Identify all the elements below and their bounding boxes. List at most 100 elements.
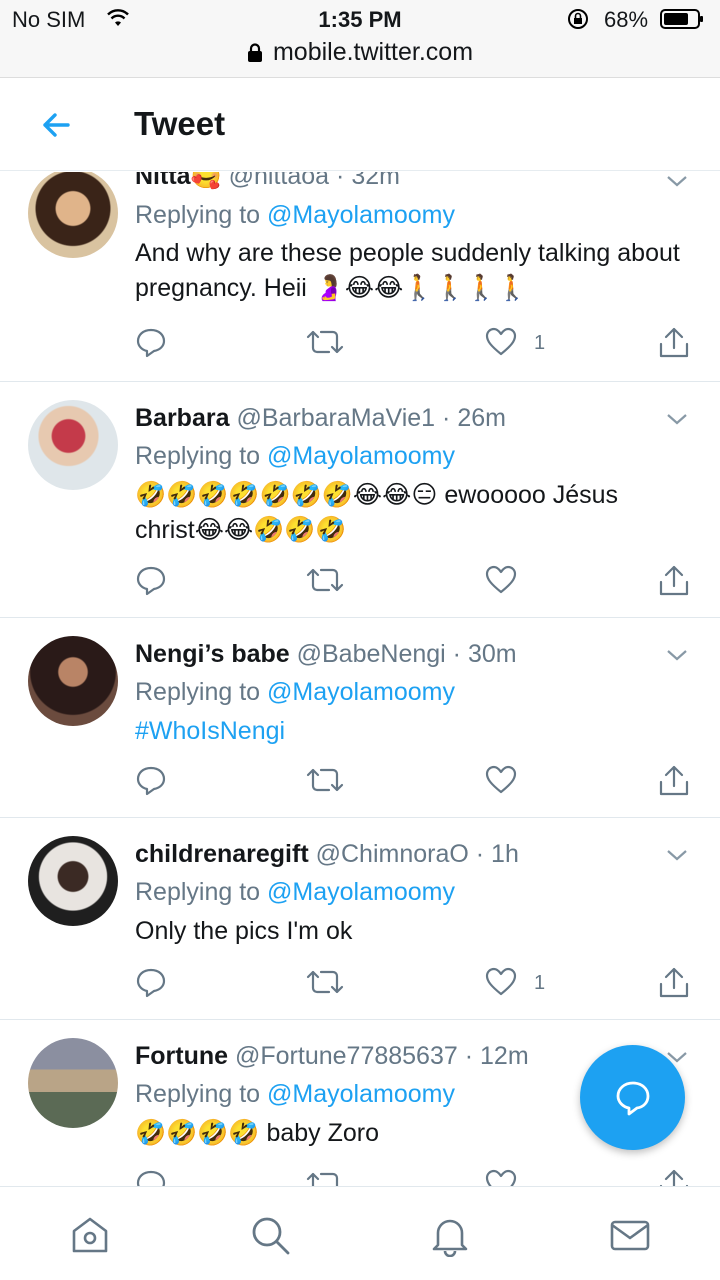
- retweet-icon: [306, 568, 344, 592]
- home-icon[interactable]: [68, 1213, 112, 1257]
- like-button[interactable]: [485, 326, 517, 362]
- hashtag-link[interactable]: #WhoIsNengi: [135, 714, 695, 749]
- tweet[interactable]: Barbara @BarbaraMaVie1 · 26m Replying to…: [0, 382, 720, 618]
- retweet-button[interactable]: [305, 966, 345, 1002]
- display-name[interactable]: childrenaregift: [135, 840, 309, 868]
- share-icon: [659, 967, 689, 998]
- timestamp[interactable]: 26m: [457, 404, 506, 432]
- tweet-text: Only the pics I'm ok: [135, 917, 353, 945]
- timestamp[interactable]: 1h: [491, 840, 519, 868]
- reply-button[interactable]: [135, 564, 167, 600]
- avatar[interactable]: [28, 172, 118, 258]
- replying-to-label: Replying to: [135, 678, 261, 706]
- retweet-button[interactable]: [305, 564, 345, 600]
- share-button[interactable]: [657, 1168, 691, 1186]
- rotation-lock-icon: [568, 9, 588, 29]
- page-title: Tweet: [134, 105, 226, 142]
- timestamp[interactable]: 30m: [468, 640, 517, 668]
- search-icon[interactable]: [248, 1213, 292, 1257]
- avatar[interactable]: [28, 636, 118, 726]
- timestamp[interactable]: 32m: [351, 172, 400, 190]
- padlock-icon: [247, 42, 262, 62]
- bottom-tab-bar: [0, 1186, 720, 1280]
- replying-to-label: Replying to: [135, 201, 261, 229]
- tweet[interactable]: Nitta🥰 @nittaoa · 32m Replying to @Mayol…: [0, 172, 720, 382]
- url-text: mobile.twitter.com: [272, 38, 474, 66]
- handle[interactable]: @nittaoa: [229, 172, 329, 190]
- battery-percent: 68%: [604, 7, 649, 32]
- handle[interactable]: @Fortune77885637: [235, 1042, 458, 1070]
- tweet-actions: [135, 764, 695, 800]
- battery-icon: [660, 9, 703, 29]
- mention-link[interactable]: @Mayolamoomy: [267, 1080, 455, 1108]
- retweet-button[interactable]: [305, 764, 345, 800]
- share-icon: [659, 327, 689, 358]
- retweet-button[interactable]: [305, 326, 345, 362]
- replying-to-label: Replying to: [135, 1080, 261, 1108]
- heart-icon: [485, 967, 517, 996]
- heart-icon: [485, 327, 517, 356]
- bell-icon[interactable]: [428, 1213, 472, 1257]
- separator-dot: ·: [336, 172, 345, 190]
- like-button[interactable]: [485, 564, 517, 600]
- reply-icon: [136, 968, 166, 998]
- display-name[interactable]: Nitta🥰: [135, 172, 222, 190]
- compose-reply-icon: [616, 1081, 650, 1116]
- separator-dot: ·: [452, 640, 461, 668]
- chevron-down-icon[interactable]: [666, 412, 688, 426]
- like-count: 1: [534, 972, 546, 994]
- reply-button[interactable]: [135, 326, 167, 362]
- replying-to-label: Replying to: [135, 878, 261, 906]
- separator-dot: ·: [442, 404, 451, 432]
- arrow-left-icon[interactable]: [38, 107, 74, 143]
- share-button[interactable]: [657, 966, 691, 1002]
- tweet-actions: [135, 564, 695, 600]
- tweet[interactable]: Nengi’s babe @BabeNengi · 30m Replying t…: [0, 618, 720, 818]
- like-button[interactable]: [485, 764, 517, 800]
- handle[interactable]: @ChimnoraO: [316, 840, 469, 868]
- handle[interactable]: @BarbaraMaVie1: [236, 404, 435, 432]
- share-button[interactable]: [657, 564, 691, 600]
- separator-dot: ·: [464, 1042, 474, 1070]
- mail-icon[interactable]: [608, 1213, 652, 1257]
- like-button[interactable]: [485, 966, 517, 1002]
- mention-link[interactable]: @Mayolamoomy: [267, 442, 455, 470]
- chevron-down-icon[interactable]: [666, 648, 688, 662]
- mention-link[interactable]: @Mayolamoomy: [267, 201, 455, 229]
- heart-icon: [485, 765, 517, 794]
- chevron-down-icon[interactable]: [666, 848, 688, 862]
- handle[interactable]: @BabeNengi: [297, 640, 446, 668]
- share-button[interactable]: [657, 764, 691, 800]
- compose-reply-button[interactable]: [580, 1045, 685, 1150]
- reply-button[interactable]: [135, 1168, 167, 1186]
- share-icon: [659, 565, 689, 596]
- timestamp[interactable]: 12m: [480, 1042, 529, 1070]
- tweet-actions: [135, 1168, 695, 1186]
- reply-icon: [136, 328, 166, 358]
- share-icon: [659, 765, 689, 796]
- retweet-icon: [306, 970, 344, 994]
- reply-button[interactable]: [135, 966, 167, 1002]
- display-name[interactable]: Barbara: [135, 404, 230, 432]
- avatar[interactable]: [28, 836, 118, 926]
- display-name[interactable]: Nengi’s babe: [135, 640, 290, 668]
- browser-url-bar[interactable]: mobile.twitter.com: [0, 36, 720, 78]
- page-header: Tweet: [0, 79, 720, 171]
- reply-button[interactable]: [135, 764, 167, 800]
- replies-feed[interactable]: Nitta🥰 @nittaoa · 32m Replying to @Mayol…: [0, 172, 720, 1186]
- retweet-icon: [306, 330, 344, 354]
- heart-icon: [485, 1169, 517, 1186]
- mention-link[interactable]: @Mayolamoomy: [267, 678, 455, 706]
- tweet[interactable]: childrenaregift @ChimnoraO · 1h Replying…: [0, 818, 720, 1020]
- replying-to-label: Replying to: [135, 442, 261, 470]
- like-count: 1: [534, 332, 546, 354]
- avatar[interactable]: [28, 400, 118, 490]
- share-button[interactable]: [657, 326, 691, 362]
- display-name[interactable]: Fortune: [135, 1042, 228, 1070]
- mention-link[interactable]: @Mayolamoomy: [267, 878, 455, 906]
- avatar[interactable]: [28, 1038, 118, 1128]
- retweet-button[interactable]: [305, 1168, 345, 1186]
- like-button[interactable]: [485, 1168, 517, 1186]
- status-bar: No SIM 1:35 PM 68%: [0, 0, 720, 40]
- chevron-down-icon[interactable]: [666, 174, 688, 188]
